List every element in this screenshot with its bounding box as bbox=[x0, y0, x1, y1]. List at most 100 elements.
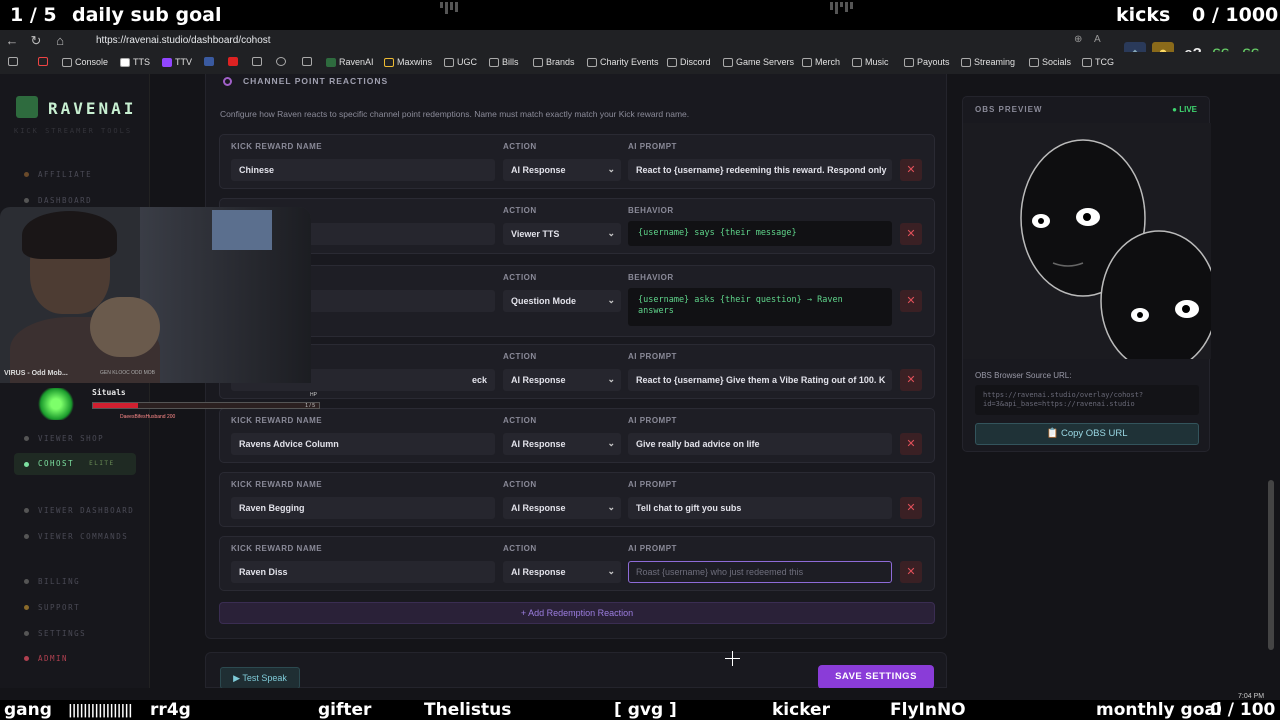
scrollbar[interactable] bbox=[1268, 480, 1274, 650]
sidebar-item-viewer-commands[interactable]: VIEWER COMMANDS bbox=[24, 532, 128, 541]
action-select[interactable]: AI Response ⌄ bbox=[503, 497, 621, 519]
bookmark-folder[interactable]: Streaming bbox=[961, 57, 1015, 67]
delete-button[interactable]: ✕ bbox=[900, 369, 922, 391]
sidebar-item-cohost[interactable]: COHOST ELITE bbox=[14, 453, 136, 475]
bookmark-folder[interactable]: Bills bbox=[489, 57, 519, 67]
action-select[interactable]: AI Response ⌄ bbox=[503, 561, 621, 583]
copy-obs-url-button[interactable]: 📋 Copy OBS URL bbox=[975, 423, 1199, 445]
reward-name-input[interactable]: Chinese bbox=[231, 159, 495, 181]
sidebar-item-viewer-dashboard[interactable]: VIEWER DASHBOARD bbox=[24, 506, 134, 515]
section-description: Configure how Raven reacts to specific c… bbox=[220, 109, 690, 119]
overlay-logo: ||||||||||||||||| bbox=[68, 703, 133, 718]
ai-prompt-input[interactable]: React to {username} redeeming this rewar… bbox=[628, 159, 892, 181]
sidebar-item-viewer-shop[interactable]: VIEWER SHOP bbox=[24, 434, 104, 443]
obs-source-url[interactable]: https://ravenai.studio/overlay/cohost?id… bbox=[975, 385, 1199, 415]
reward-name-input[interactable]: Ravens Advice Column bbox=[231, 433, 495, 455]
monthly-goal-label: monthly goal bbox=[1096, 700, 1222, 720]
action-select[interactable]: AI Response ⌄ bbox=[503, 369, 621, 391]
action-select[interactable]: AI Response ⌄ bbox=[503, 433, 621, 455]
bookmark-folder[interactable]: UGC bbox=[444, 57, 477, 67]
chevron-down-icon: ⌄ bbox=[607, 295, 615, 305]
section-title: CHANNEL POINT REACTIONS bbox=[243, 76, 389, 86]
delete-button[interactable]: ✕ bbox=[900, 159, 922, 181]
ai-prompt-input[interactable]: Give really bad advice on life bbox=[628, 433, 892, 455]
ai-prompt-input[interactable]: Tell chat to gift you subs bbox=[628, 497, 892, 519]
translate-icon[interactable]: A bbox=[1094, 34, 1101, 45]
bookmark-icon[interactable] bbox=[228, 57, 238, 66]
bookmark-icon[interactable] bbox=[204, 57, 214, 66]
bookmark-folder[interactable]: Merch bbox=[802, 57, 840, 67]
overlay-name: FlyInNO bbox=[890, 700, 966, 720]
chevron-down-icon: ⌄ bbox=[607, 228, 615, 238]
gmail-icon[interactable] bbox=[38, 57, 48, 66]
home-icon[interactable]: ⌂ bbox=[52, 33, 68, 48]
bookmarks-bar: Console TTS TTV RavenAI Maxwins UGC Bill… bbox=[0, 52, 1280, 74]
apps-icon[interactable] bbox=[8, 57, 18, 66]
bookmark-folder[interactable]: Payouts bbox=[904, 57, 950, 67]
bookmark-item[interactable]: RavenAI bbox=[326, 57, 374, 67]
action-label: ACTION bbox=[503, 352, 537, 361]
reload-icon[interactable]: ↻ bbox=[28, 33, 44, 49]
ai-prompt-label: AI PROMPT bbox=[628, 416, 677, 425]
bookmark-icon[interactable] bbox=[302, 57, 312, 66]
commands-icon bbox=[24, 534, 29, 539]
bookmark-folder[interactable]: Discord bbox=[667, 57, 711, 67]
bookmark-folder[interactable]: Game Servers bbox=[723, 57, 794, 67]
delete-button[interactable]: ✕ bbox=[900, 223, 922, 245]
behavior-label: BEHAVIOR bbox=[628, 206, 674, 215]
bookmark-folder[interactable]: Socials bbox=[1029, 57, 1071, 67]
affiliate-icon bbox=[24, 172, 29, 177]
sidebar-item-admin[interactable]: ADMIN bbox=[24, 654, 68, 663]
reward-name-label: KICK REWARD NAME bbox=[231, 142, 323, 151]
action-select[interactable]: Viewer TTS ⌄ bbox=[503, 223, 621, 245]
bookmark-folder[interactable]: Music bbox=[852, 57, 889, 67]
cohost-icon bbox=[24, 461, 29, 467]
reward-name-input[interactable]: Raven Begging bbox=[231, 497, 495, 519]
sidebar-item-billing[interactable]: BILLING bbox=[24, 577, 80, 586]
add-redemption-reaction-button[interactable]: + Add Redemption Reaction bbox=[219, 602, 935, 624]
raven-avatar-illustration bbox=[1020, 139, 1218, 372]
delete-button[interactable]: ✕ bbox=[900, 497, 922, 519]
brand-tagline: KICK STREAMER TOOLS bbox=[14, 127, 133, 135]
obs-preview-canvas bbox=[963, 123, 1218, 372]
zoom-icon[interactable]: ⊕ bbox=[1074, 34, 1082, 45]
channel-point-reactions-panel: CHANNEL POINT REACTIONS Configure how Ra… bbox=[205, 74, 947, 639]
delete-button[interactable]: ✕ bbox=[900, 433, 922, 455]
sidebar-item-dashboard[interactable]: DASHBOARD bbox=[24, 196, 92, 205]
bookmark-folder[interactable]: Charity Events bbox=[587, 57, 659, 67]
obs-source-label: OBS Browser Source URL: bbox=[975, 371, 1072, 380]
ai-prompt-input[interactable]: React to {username} Give them a Vibe Rat… bbox=[628, 369, 892, 391]
reaction-card: KICK REWARD NAME ACTION AI PROMPT Chines… bbox=[219, 134, 935, 189]
bookmark-icon[interactable] bbox=[276, 57, 286, 66]
sidebar-item-affiliate[interactable]: AFFILIATE bbox=[24, 170, 92, 179]
bookmark-item[interactable]: Maxwins bbox=[384, 57, 432, 67]
test-speak-button[interactable]: ▶ Test Speak bbox=[220, 667, 300, 689]
overlay-name: kicker bbox=[772, 700, 830, 720]
ai-prompt-input[interactable]: Roast {username} who just redeemed this bbox=[628, 561, 892, 583]
support-icon bbox=[24, 605, 29, 610]
section-icon bbox=[223, 77, 232, 86]
sidebar-item-settings[interactable]: SETTINGS bbox=[24, 629, 86, 638]
bookmark-icon[interactable] bbox=[252, 57, 262, 66]
bookmark-folder[interactable]: TCG bbox=[1082, 57, 1114, 67]
action-select[interactable]: Question Mode ⌄ bbox=[503, 290, 621, 312]
reward-name-input[interactable]: Raven Diss bbox=[231, 561, 495, 583]
shop-icon bbox=[24, 436, 29, 441]
delete-button[interactable]: ✕ bbox=[900, 561, 922, 583]
sidebar-item-support[interactable]: SUPPORT bbox=[24, 603, 80, 612]
overlay-player-name: Situals bbox=[92, 388, 126, 397]
bookmark-folder[interactable]: Brands bbox=[533, 57, 575, 67]
elite-badge: ELITE bbox=[89, 460, 115, 467]
bookmark-item[interactable]: TTS bbox=[120, 57, 150, 67]
back-icon[interactable]: ← bbox=[4, 33, 20, 48]
bookmark-item[interactable]: Console bbox=[62, 57, 108, 67]
save-settings-button[interactable]: SAVE SETTINGS bbox=[818, 665, 934, 689]
monthly-goal-count: 0 / 100 bbox=[1210, 700, 1276, 720]
settings-icon bbox=[24, 631, 29, 636]
reward-name-label: KICK REWARD NAME bbox=[231, 416, 323, 425]
delete-button[interactable]: ✕ bbox=[900, 290, 922, 312]
action-select[interactable]: AI Response ⌄ bbox=[503, 159, 621, 181]
bookmark-item[interactable]: TTV bbox=[162, 57, 192, 67]
hp-bar: 1 / 5 bbox=[92, 402, 320, 409]
url-field[interactable]: https://ravenai.studio/dashboard/cohost bbox=[96, 35, 271, 46]
